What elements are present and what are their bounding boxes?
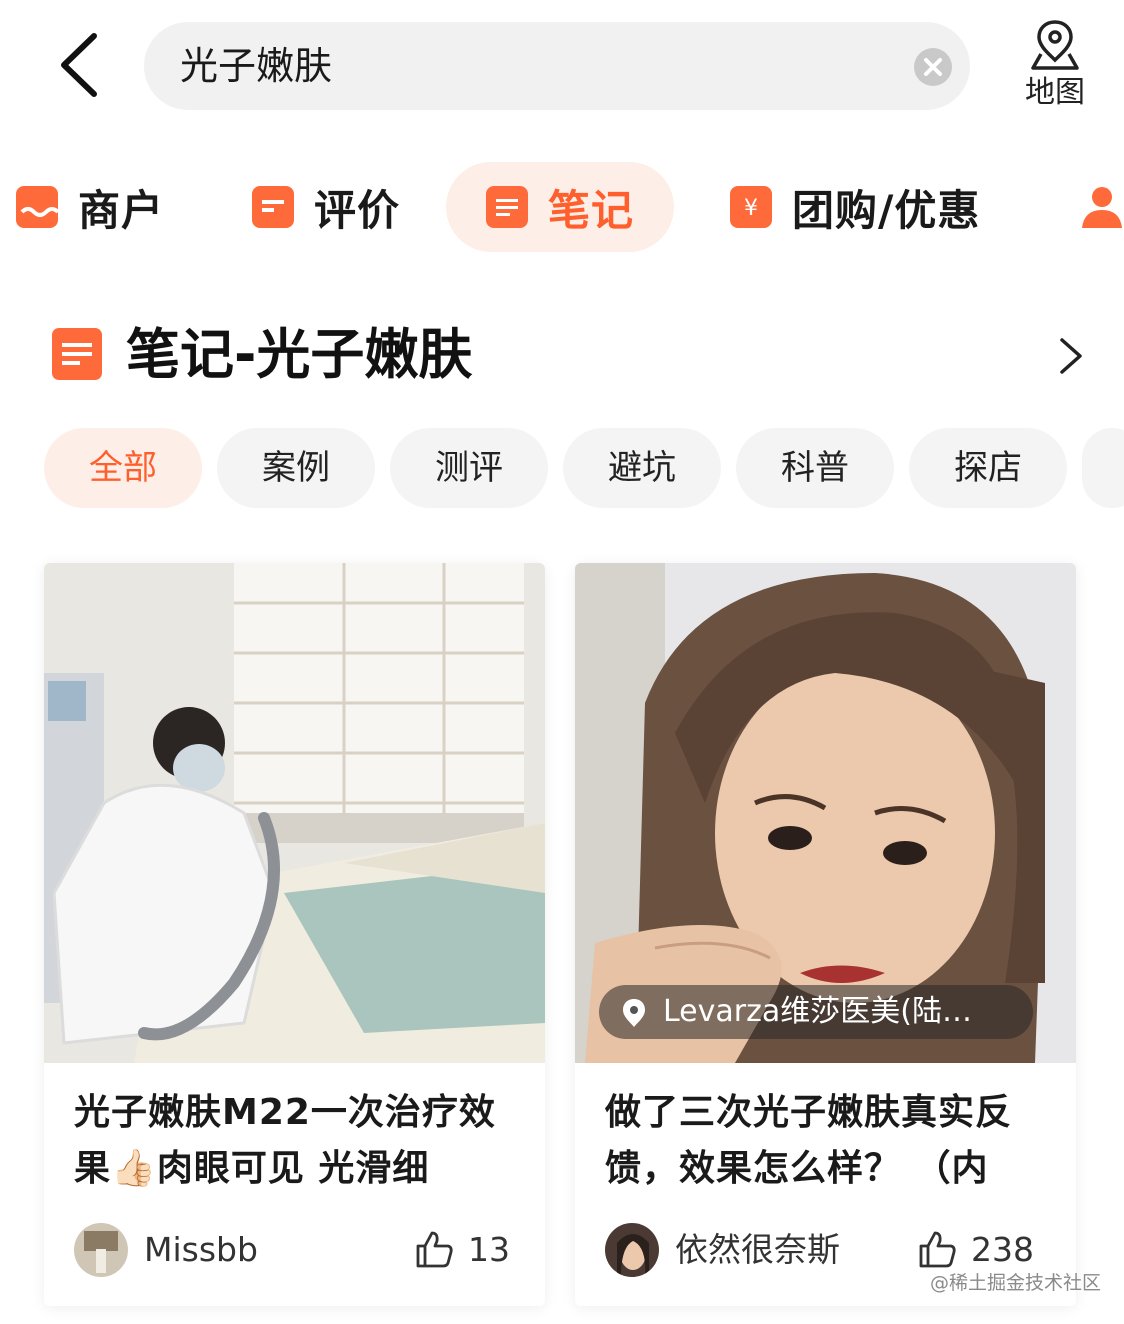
like-count: 238 [971, 1230, 1034, 1269]
shop-icon [16, 186, 60, 228]
filter-chip-store-visit[interactable]: 探店 [909, 428, 1067, 508]
map-button[interactable]: 地图 [1014, 18, 1096, 118]
filter-chip-cases[interactable]: 案例 [217, 428, 375, 508]
search-query: 光子嫩肤 [180, 44, 333, 88]
note-title: 光子嫩肤M22一次治疗效果👍🏻肉眼可见 光滑细 [74, 1092, 496, 1189]
search-input[interactable]: 光子嫩肤 [144, 22, 970, 110]
comment-icon [252, 186, 294, 228]
close-icon [924, 58, 942, 76]
filter-chip-reviews[interactable]: 测评 [390, 428, 548, 508]
tab-label: 笔记 [548, 185, 635, 235]
chevron-left-icon [61, 33, 97, 97]
note-icon [486, 186, 528, 228]
location-pin-icon [623, 999, 645, 1027]
note-title: 做了三次光子嫩肤真实反馈，效果怎么样？ （内 [605, 1092, 1013, 1189]
author-avatar[interactable] [605, 1223, 659, 1277]
thumbs-up-icon[interactable] [917, 1229, 957, 1269]
note-icon [52, 328, 102, 380]
like-count: 13 [468, 1230, 510, 1269]
author-avatar[interactable] [74, 1223, 128, 1277]
tab-reviews[interactable]: 评价 [252, 162, 400, 252]
tab-label: 商户 [78, 185, 165, 235]
section-more-button[interactable] [1052, 334, 1088, 378]
author-name[interactable]: Missbb [144, 1227, 258, 1273]
coupon-icon: ¥ [730, 186, 772, 228]
filter-chip-all[interactable]: 全部 [44, 428, 202, 508]
note-cover-image [44, 563, 545, 1063]
filter-chip-pitfalls[interactable]: 避坑 [563, 428, 721, 508]
tab-shops[interactable]: 商户 [16, 162, 164, 252]
back-button[interactable] [50, 30, 110, 100]
tab-users[interactable] [1080, 162, 1124, 252]
svg-text:¥: ¥ [744, 196, 758, 221]
tab-notes[interactable]: 笔记 [446, 162, 675, 252]
filter-chip-science[interactable]: 科普 [736, 428, 894, 508]
chevron-right-icon [1060, 338, 1082, 374]
map-label: 地图 [1025, 75, 1085, 110]
tab-label: 评价 [314, 185, 401, 235]
note-card[interactable]: Levarza维莎医美(陆… 做了三次光子嫩肤真实反馈，效果怎么样？ （内 依然… [575, 563, 1076, 1306]
user-icon [1082, 187, 1122, 228]
note-cover-image: Levarza维莎医美(陆… [575, 563, 1076, 1063]
map-pin-icon [1031, 20, 1079, 70]
author-name[interactable]: 依然很奈斯 [675, 1227, 840, 1273]
clear-search-button[interactable] [914, 48, 952, 86]
location-name: Levarza维莎医美(陆… [663, 994, 972, 1029]
filter-chip-more[interactable] [1082, 428, 1124, 508]
thumbs-up-icon[interactable] [414, 1229, 454, 1269]
section-title: 笔记-光子嫩肤 [126, 323, 473, 386]
note-card[interactable]: 光子嫩肤M22一次治疗效果👍🏻肉眼可见 光滑细 Missbb 13 [44, 563, 545, 1306]
location-tag[interactable]: Levarza维莎医美(陆… [599, 985, 1033, 1039]
watermark: @稀土掘金技术社区 [930, 1272, 1102, 1294]
tab-group-deals[interactable]: ¥ 团购/优惠 [730, 162, 980, 252]
tab-label: 团购/优惠 [792, 185, 981, 235]
